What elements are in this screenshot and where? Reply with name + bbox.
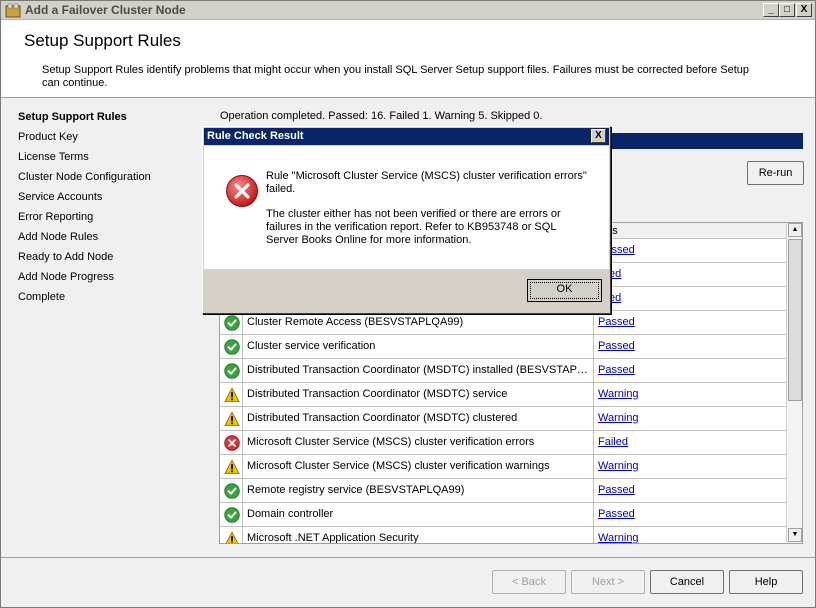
- warning-icon: [224, 459, 240, 475]
- table-row[interactable]: Distributed Transaction Coordinator (MSD…: [220, 359, 786, 383]
- sql-setup-icon: [5, 3, 21, 18]
- nav-item-setup-support-rules: Setup Support Rules: [18, 111, 127, 123]
- rule-status-link[interactable]: Warning: [598, 460, 639, 472]
- table-row[interactable]: Cluster service verification Passed: [220, 335, 786, 359]
- table-row[interactable]: Microsoft Cluster Service (MSCS) cluster…: [220, 431, 786, 455]
- next-button[interactable]: Next >: [571, 570, 645, 594]
- table-row[interactable]: Distributed Transaction Coordinator (MSD…: [220, 383, 786, 407]
- maximize-button[interactable]: □: [779, 3, 795, 17]
- dialog-body: Rule "Microsoft Cluster Service (MSCS) c…: [204, 146, 609, 269]
- rule-name: Microsoft Cluster Service (MSCS) cluster…: [247, 436, 535, 448]
- page-title: Setup Support Rules: [24, 31, 181, 50]
- rule-name: Remote registry service (BESVSTAPLQA99): [247, 484, 465, 496]
- rule-status-link[interactable]: Warning: [598, 412, 639, 424]
- dialog-message-detail: The cluster either has not been verified…: [266, 208, 561, 246]
- window-title: Add a Failover Cluster Node: [25, 3, 186, 17]
- nav-item-add-node-rules: Add Node Rules: [18, 231, 99, 243]
- scroll-down-icon[interactable]: ▼: [788, 528, 802, 542]
- table-row[interactable]: Remote registry service (BESVSTAPLQA99) P…: [220, 479, 786, 503]
- rule-check-result-dialog: Rule Check Result X Rule "Microsoft Clus…: [202, 126, 611, 314]
- wizard-nav: Setup Support Rules Product Key License …: [1, 99, 207, 557]
- rule-status-link[interactable]: Passed: [598, 364, 635, 376]
- nav-item-license-terms: License Terms: [18, 151, 89, 163]
- rule-status-link[interactable]: Failed: [598, 436, 628, 448]
- back-button[interactable]: < Back: [492, 570, 566, 594]
- title-bar: Add a Failover Cluster Node _ □ X: [1, 1, 815, 20]
- cancel-button[interactable]: Cancel: [650, 570, 724, 594]
- dialog-close-button[interactable]: X: [591, 129, 606, 143]
- error-icon: [226, 175, 258, 207]
- dialog-message-rule: Rule "Microsoft Cluster Service (MSCS) c…: [266, 170, 587, 195]
- warning-icon: [224, 411, 240, 427]
- warning-icon: [224, 531, 240, 543]
- warning-icon: [224, 387, 240, 403]
- rule-status-link[interactable]: Passed: [598, 484, 635, 496]
- passed-icon: [224, 483, 240, 499]
- rule-name: Distributed Transaction Coordinator (MSD…: [247, 388, 508, 400]
- wizard-footer: < Back Next > Cancel Help: [1, 557, 815, 607]
- minimize-button[interactable]: _: [763, 3, 779, 17]
- table-row[interactable]: Microsoft .NET Application Security Warni…: [220, 527, 786, 544]
- rule-status-link[interactable]: Warning: [598, 532, 639, 543]
- scroll-thumb[interactable]: [788, 239, 802, 401]
- passed-icon: [224, 363, 240, 379]
- rule-name: Microsoft .NET Application Security: [247, 532, 419, 544]
- rule-status-link[interactable]: Passed: [598, 340, 635, 352]
- page-header: Setup Support Rules Setup Support Rules …: [1, 20, 815, 98]
- rule-name: Cluster service verification: [247, 340, 376, 352]
- nav-item-complete: Complete: [18, 291, 66, 303]
- rule-status-link[interactable]: Warning: [598, 388, 639, 400]
- rule-status-link[interactable]: Passed: [598, 316, 635, 328]
- rerun-button[interactable]: Re-run: [747, 161, 804, 185]
- nav-item-cluster-node-configuration: Cluster Node Configuration: [18, 171, 151, 183]
- close-button[interactable]: X: [796, 3, 812, 17]
- passed-icon: [224, 339, 240, 355]
- table-row[interactable]: Microsoft Cluster Service (MSCS) cluster…: [220, 455, 786, 479]
- help-button[interactable]: Help: [729, 570, 803, 594]
- rule-name: Distributed Transaction Coordinator (MSD…: [247, 412, 518, 424]
- nav-item-product-key: Product Key: [18, 131, 78, 143]
- dialog-title: Rule Check Result: [207, 130, 304, 142]
- ok-button[interactable]: OK: [527, 279, 602, 302]
- table-row[interactable]: Distributed Transaction Coordinator (MSD…: [220, 407, 786, 431]
- page-description: Setup Support Rules identify problems th…: [42, 64, 750, 89]
- nav-item-service-accounts: Service Accounts: [18, 191, 103, 203]
- rule-name: Microsoft Cluster Service (MSCS) cluster…: [247, 460, 550, 472]
- passed-icon: [224, 315, 240, 331]
- scroll-up-icon[interactable]: ▲: [788, 223, 802, 237]
- dialog-title-bar: Rule Check Result X: [204, 128, 609, 145]
- rule-name: Cluster Remote Access (BESVSTAPLQA99): [247, 316, 464, 328]
- nav-item-add-node-progress: Add Node Progress: [18, 271, 114, 283]
- rule-name: Domain controller: [247, 508, 334, 520]
- rule-name: Distributed Transaction Coordinator (MSD…: [247, 364, 592, 376]
- table-row[interactable]: Domain controller Passed: [220, 503, 786, 527]
- nav-item-ready-to-add-node: Ready to Add Node: [18, 251, 114, 263]
- nav-item-error-reporting: Error Reporting: [18, 211, 94, 223]
- vertical-scrollbar[interactable]: ▲ ▼: [786, 223, 802, 543]
- rule-status-link[interactable]: Passed: [598, 508, 635, 520]
- failed-icon: [224, 435, 240, 451]
- passed-icon: [224, 507, 240, 523]
- operation-status: Operation completed. Passed: 16. Failed …: [220, 110, 543, 122]
- table-row[interactable]: Cluster Remote Access (BESVSTAPLQA99) Pas…: [220, 311, 786, 335]
